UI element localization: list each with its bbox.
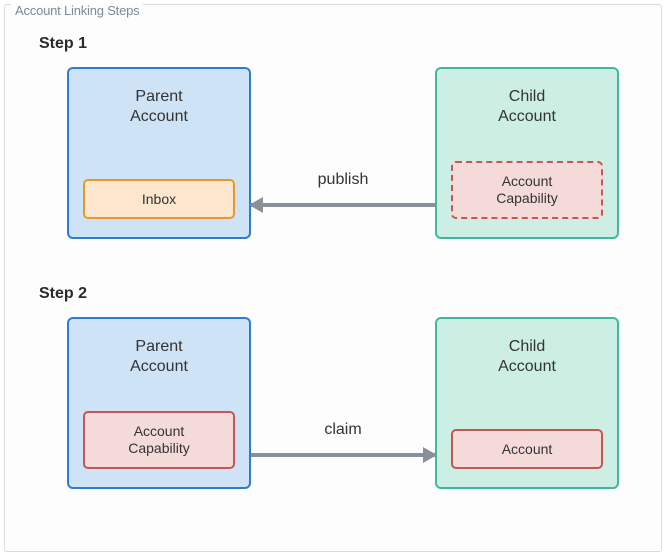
step2-arrow-label: claim <box>251 421 435 439</box>
diagram-panel: Account Linking Steps Step 1 ParentAccou… <box>4 4 662 552</box>
step2-parent-capability: AccountCapability <box>83 411 235 469</box>
arrow-head-right-icon <box>423 447 437 463</box>
step1-arrow-label: publish <box>251 171 435 189</box>
step1-parent-inbox: Inbox <box>83 179 235 219</box>
step2-child-title: ChildAccount <box>437 319 617 377</box>
step2-parent-title: ParentAccount <box>69 319 249 377</box>
step2-parent-account-box: ParentAccount AccountCapability <box>67 317 251 489</box>
step2-label: Step 2 <box>39 285 87 303</box>
step1-label: Step 1 <box>39 35 87 53</box>
step2-child-account-box: ChildAccount Account <box>435 317 619 489</box>
step1-arrow: publish <box>251 193 435 217</box>
arrow-line-icon <box>251 453 435 457</box>
step2-child-account: Account <box>451 429 603 469</box>
arrow-line-icon <box>251 203 435 207</box>
step1-parent-account-box: ParentAccount Inbox <box>67 67 251 239</box>
step1-child-account-box: ChildAccount AccountCapability <box>435 67 619 239</box>
step1-child-title: ChildAccount <box>437 69 617 127</box>
step1-parent-title: ParentAccount <box>69 69 249 127</box>
arrow-head-left-icon <box>249 197 263 213</box>
step2-arrow: claim <box>251 443 435 467</box>
diagram-content: Step 1 ParentAccount Inbox ChildAccount … <box>5 5 661 551</box>
step1-child-capability: AccountCapability <box>451 161 603 219</box>
